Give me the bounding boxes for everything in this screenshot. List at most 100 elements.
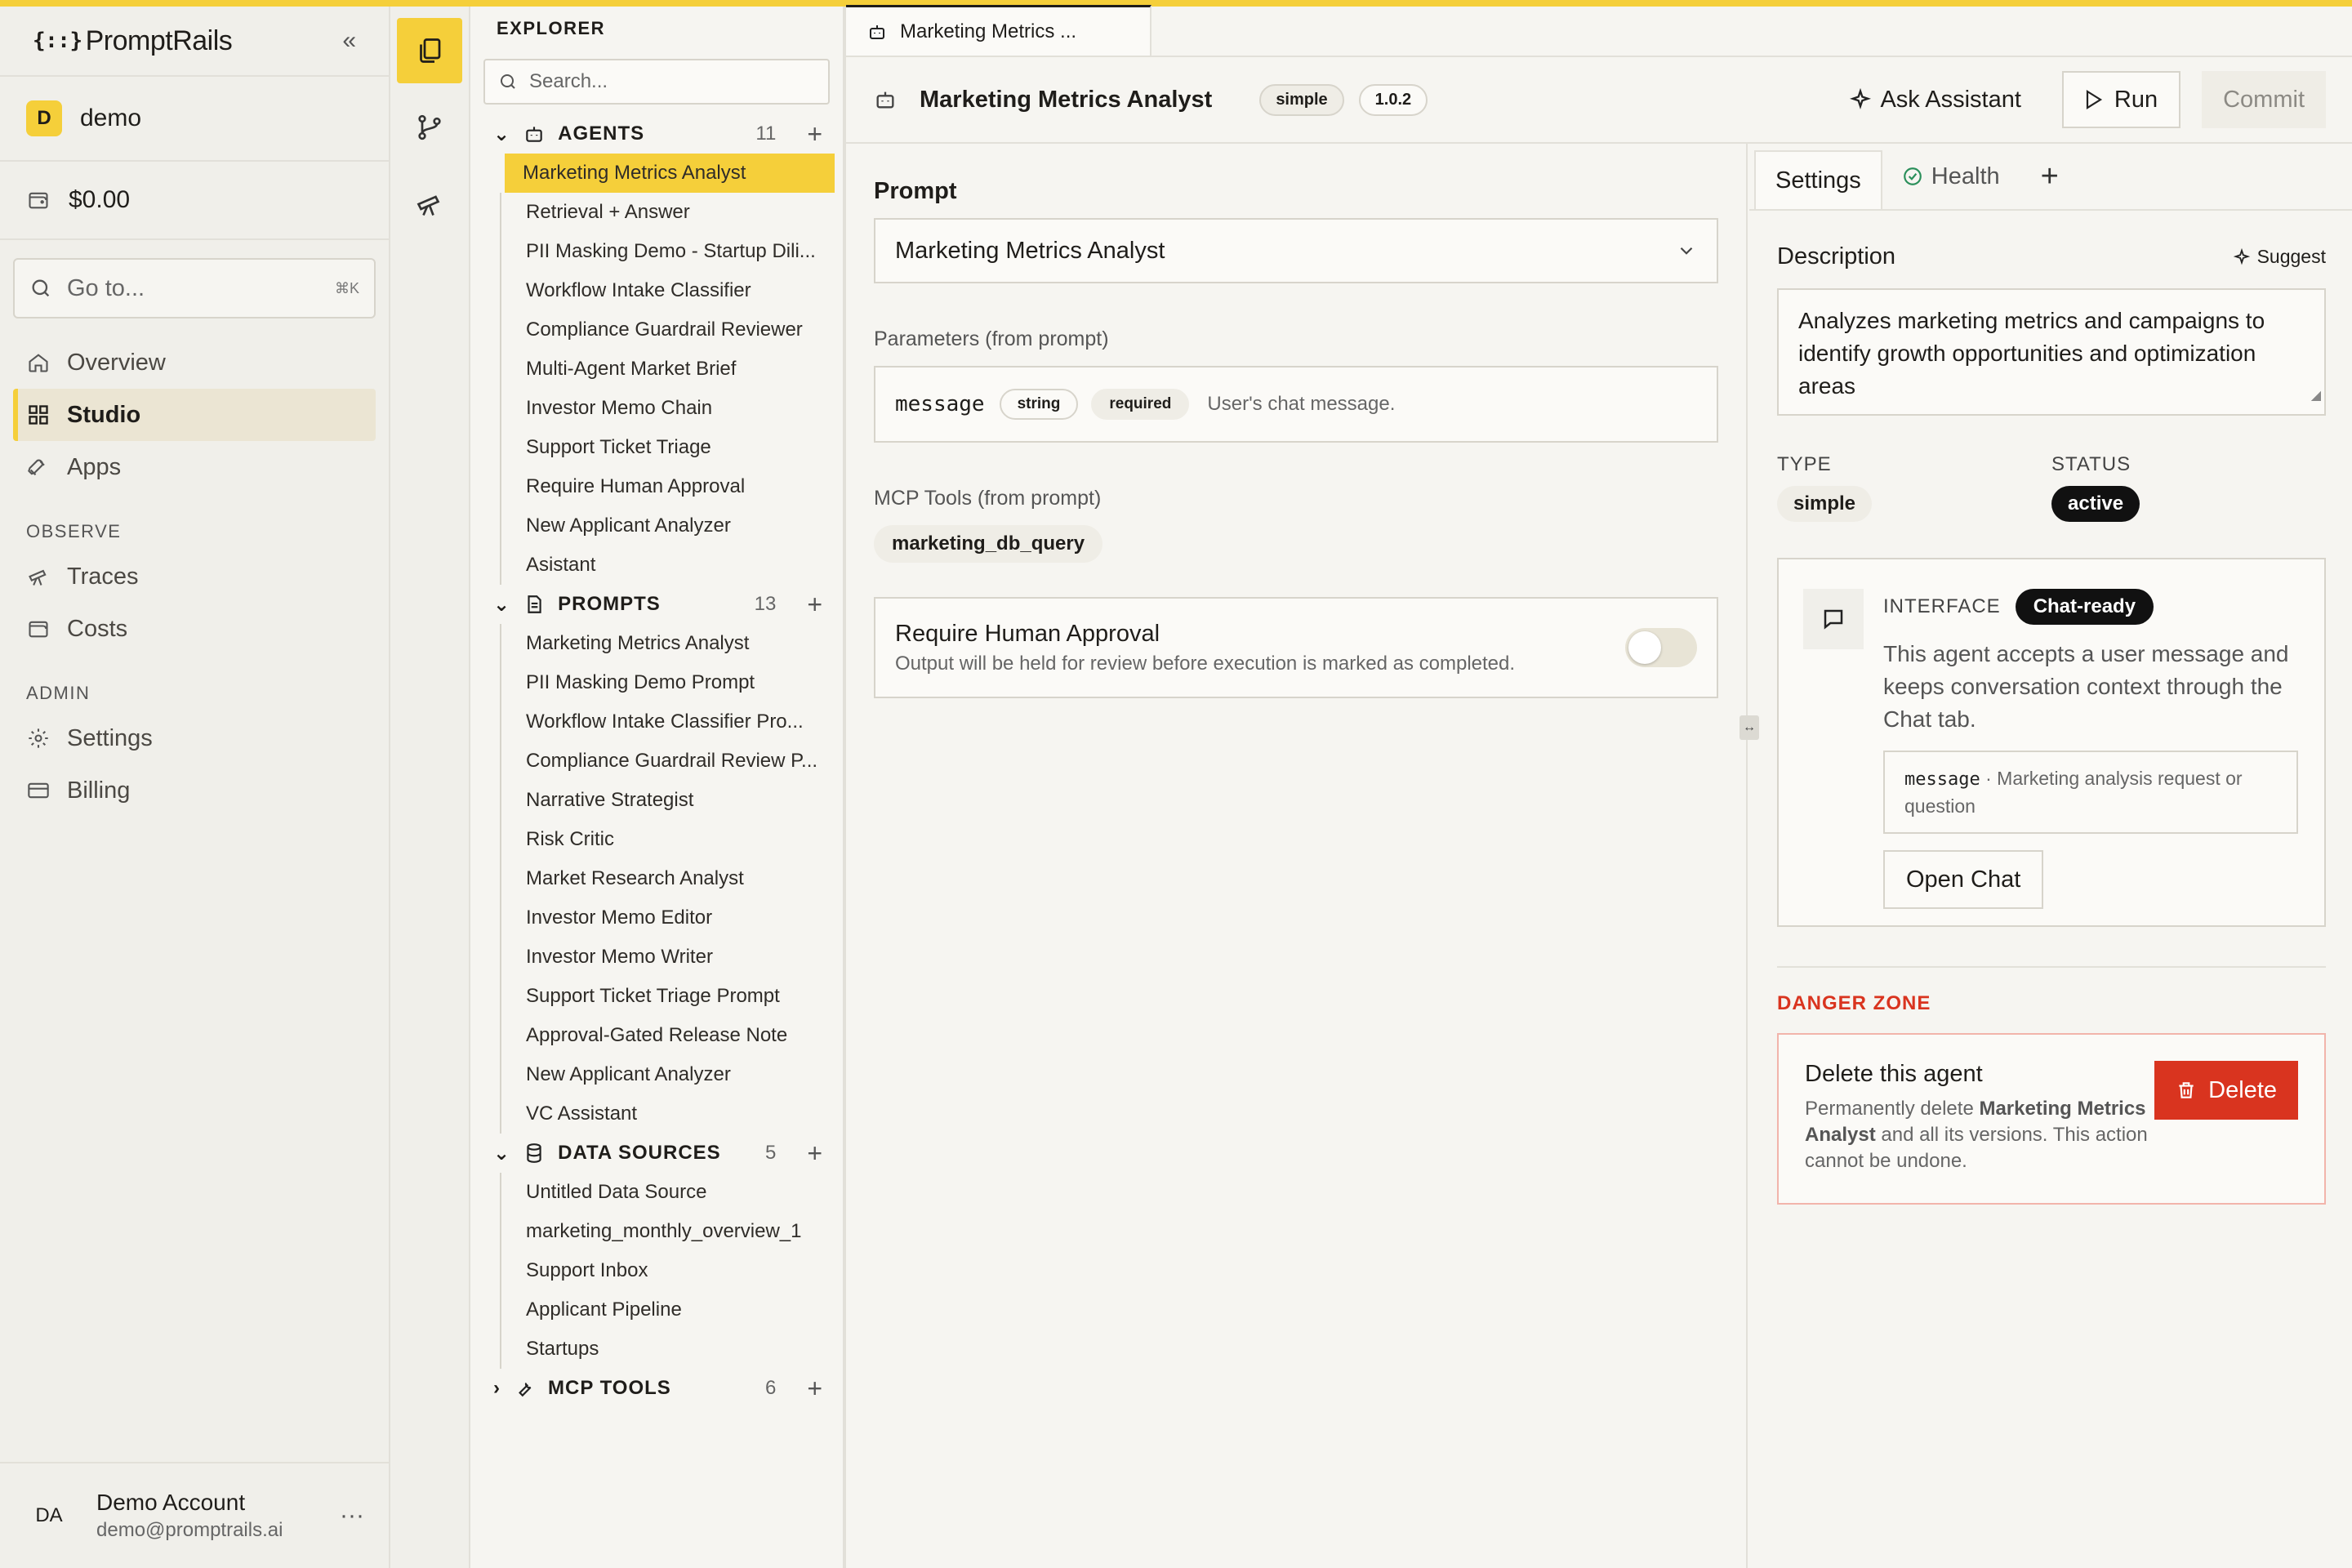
org-name: demo	[80, 105, 142, 131]
tree-item[interactable]: Untitled Data Source	[500, 1173, 836, 1212]
danger-title: Delete this agent	[1805, 1061, 1983, 1087]
credit-amount: $0.00	[69, 186, 131, 213]
ask-assistant-button[interactable]: Ask Assistant	[1849, 87, 2021, 114]
tree-item[interactable]: PII Masking Demo - Startup Dili...	[500, 232, 836, 271]
tree-item[interactable]: Workflow Intake Classifier	[500, 271, 836, 310]
tree-item[interactable]: Marketing Metrics Analyst	[500, 624, 836, 663]
collapse-sidebar-icon[interactable]: «	[342, 27, 356, 55]
tree-item[interactable]: Support Inbox	[500, 1251, 836, 1290]
nav-item-costs[interactable]: Costs	[13, 603, 376, 655]
org-switcher[interactable]: D demo	[0, 77, 389, 162]
add-mcp-tool-icon[interactable]: +	[807, 1374, 823, 1404]
explorer-search-input[interactable]: Search...	[483, 59, 830, 105]
explorer-panel: EXPLORER Search... ⌄ AGENTS 11 + Marketi…	[470, 7, 846, 1568]
goto-search[interactable]: Go to... ⌘K	[13, 258, 376, 318]
tree-item[interactable]: Retrieval + Answer	[500, 193, 836, 232]
tree-item[interactable]: Support Ticket Triage Prompt	[500, 977, 836, 1016]
agents-list: Marketing Metrics Analyst Retrieval + Ans…	[470, 154, 843, 585]
nav-item-apps[interactable]: Apps	[13, 441, 376, 493]
add-data-source-icon[interactable]: +	[807, 1138, 823, 1169]
tree-item[interactable]: Multi-Agent Market Brief	[500, 350, 836, 389]
tree-item[interactable]: Approval-Gated Release Note	[500, 1016, 836, 1055]
resize-grip-icon[interactable]: ◢	[2311, 380, 2321, 412]
nav-item-label: Settings	[67, 724, 153, 751]
tree-item[interactable]: Risk Critic	[500, 820, 836, 859]
explorer-files-button[interactable]	[397, 18, 462, 83]
card-icon	[26, 778, 51, 803]
description-text: Analyzes marketing metrics and campaigns…	[1798, 308, 2265, 399]
nav-item-traces[interactable]: Traces	[13, 550, 376, 603]
tab-health[interactable]: Health	[1882, 144, 2020, 209]
account-menu[interactable]: DA Demo Account demo@promptrails.ai ···	[0, 1462, 389, 1568]
tree-item[interactable]: marketing_monthly_overview_1	[500, 1212, 836, 1251]
nav-item-label: Traces	[67, 563, 139, 590]
tree-item[interactable]: Investor Memo Chain	[500, 389, 836, 428]
tab-settings[interactable]: Settings	[1754, 150, 1882, 209]
interface-description: This agent accepts a user message and ke…	[1883, 641, 2289, 732]
prompt-label: Prompt	[874, 178, 957, 204]
editor-tabbar: Marketing Metrics ...	[846, 5, 2352, 57]
status-badge: active	[2051, 486, 2140, 522]
mcp-tool-chip[interactable]: marketing_db_query	[874, 525, 1103, 563]
suggest-button[interactable]: Suggest	[2233, 246, 2326, 268]
add-agent-icon[interactable]: +	[807, 119, 823, 149]
group-label: PROMPTS	[558, 593, 661, 615]
tree-item[interactable]: New Applicant Analyzer	[500, 506, 836, 546]
git-branch-button[interactable]	[397, 95, 462, 160]
data-sources-list: Untitled Data Source marketing_monthly_ov…	[470, 1173, 843, 1369]
prompt-select[interactable]: Marketing Metrics Analyst	[874, 218, 1718, 283]
tree-item[interactable]: Startups	[500, 1330, 836, 1369]
tree-item[interactable]: New Applicant Analyzer	[500, 1055, 836, 1094]
credit-balance[interactable]: $0.00	[0, 162, 389, 240]
avatar: DA	[35, 1504, 63, 1526]
tree-item[interactable]: VC Assistant	[500, 1094, 836, 1134]
delete-agent-button[interactable]: Delete	[2154, 1061, 2298, 1120]
type-label: TYPE	[1777, 453, 1832, 475]
traces-button[interactable]	[397, 172, 462, 237]
approval-toggle[interactable]	[1625, 628, 1697, 667]
chevron-down-icon	[1680, 247, 1693, 255]
tree-item[interactable]: Applicant Pipeline	[500, 1290, 836, 1330]
tree-item[interactable]: Investor Memo Writer	[500, 938, 836, 977]
tree-item[interactable]: Marketing Metrics Analyst	[505, 154, 835, 193]
brand-logo[interactable]: {::} PromptRails	[33, 25, 233, 57]
tree-item[interactable]: Compliance Guardrail Review P...	[500, 742, 836, 781]
tree-item[interactable]: Workflow Intake Classifier Pro...	[500, 702, 836, 742]
tree-item[interactable]: Narrative Strategist	[500, 781, 836, 820]
group-prompts[interactable]: ⌄ PROMPTS 13 +	[470, 585, 843, 624]
nav-item-settings[interactable]: Settings	[13, 712, 376, 764]
description-textarea[interactable]: Analyzes marketing metrics and campaigns…	[1777, 288, 2326, 416]
version-pill[interactable]: 1.0.2	[1358, 83, 1428, 116]
document-icon	[528, 595, 541, 613]
add-tab-button[interactable]: +	[2020, 144, 2080, 209]
nav-item-billing[interactable]: Billing	[13, 764, 376, 817]
tree-item[interactable]: Investor Memo Editor	[500, 898, 836, 938]
run-button[interactable]: Run	[2061, 71, 2181, 128]
add-prompt-icon[interactable]: +	[807, 590, 823, 620]
editor-tab-active[interactable]: Marketing Metrics ...	[846, 5, 1152, 56]
open-chat-button[interactable]: Open Chat	[1883, 850, 2044, 909]
commit-button[interactable]: Commit	[2202, 71, 2326, 128]
group-mcp-tools[interactable]: › MCP TOOLS 6 +	[470, 1369, 843, 1408]
group-agents[interactable]: ⌄ AGENTS 11 +	[470, 114, 843, 154]
nav-item-overview[interactable]: Overview	[13, 336, 376, 389]
tree-item[interactable]: Market Research Analyst	[500, 859, 836, 898]
interface-content: INTERFACE Chat-ready This agent accepts …	[1883, 589, 2298, 925]
home-icon	[26, 350, 51, 375]
search-icon	[501, 74, 515, 89]
settings-body: Description Suggest Analyzes marketing m…	[1749, 243, 2352, 1205]
tree-item[interactable]: PII Masking Demo Prompt	[500, 663, 836, 702]
danger-text: Delete this agent Permanently delete Mar…	[1805, 1061, 2148, 1177]
interface-header: INTERFACE Chat-ready	[1883, 589, 2298, 625]
group-data-sources[interactable]: ⌄ DATA SOURCES 5 +	[470, 1134, 843, 1173]
more-icon[interactable]: ···	[340, 1502, 364, 1530]
account-name: Demo Account	[96, 1490, 246, 1515]
rocket-icon	[26, 455, 51, 479]
nav-item-studio[interactable]: Studio	[13, 389, 376, 441]
tree-item[interactable]: Asistant	[500, 546, 836, 585]
tree-item[interactable]: Require Human Approval	[500, 467, 836, 506]
panel-tabs: Settings Health +	[1749, 144, 2352, 211]
chevron-right-icon: ›	[493, 1377, 501, 1399]
tree-item[interactable]: Compliance Guardrail Reviewer	[500, 310, 836, 350]
tree-item[interactable]: Support Ticket Triage	[500, 428, 836, 467]
